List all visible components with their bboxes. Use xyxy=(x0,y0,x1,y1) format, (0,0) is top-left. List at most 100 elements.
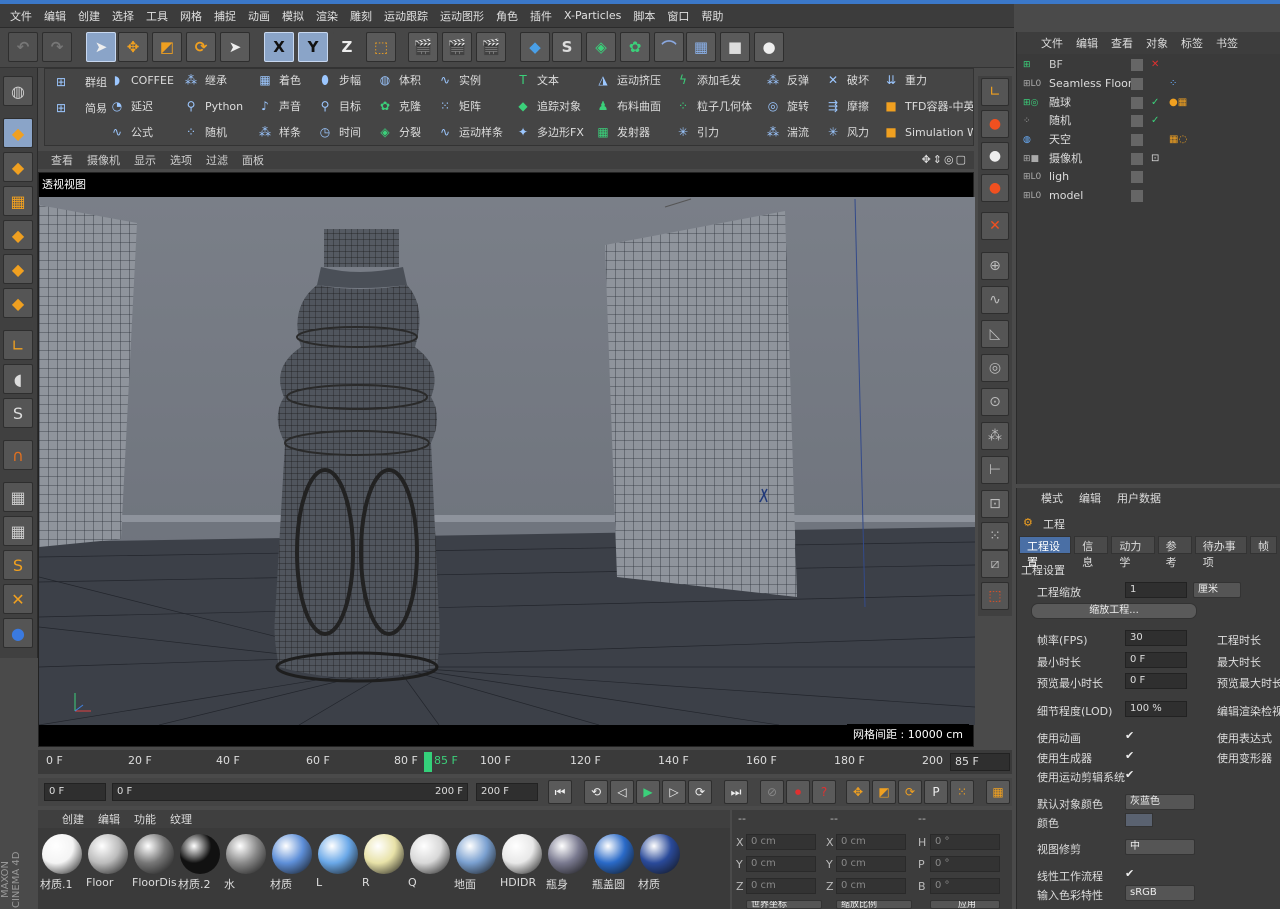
marker-button[interactable]: ● xyxy=(981,174,1009,202)
palette-formula[interactable]: ∿ 公式 xyxy=(109,121,153,143)
material-swatch[interactable]: HDIDR xyxy=(500,832,544,890)
planar-workplane-button[interactable]: ▦ xyxy=(3,516,33,546)
menu-window[interactable]: 窗口 xyxy=(661,8,695,24)
select-tool-button[interactable]: ➤ xyxy=(86,32,116,62)
corner-tool-button[interactable]: ◺ xyxy=(981,320,1009,348)
fps-field[interactable]: 30 xyxy=(1125,630,1187,646)
point-object-button[interactable]: ● xyxy=(981,110,1009,138)
use-animation-checkbox[interactable]: ✔ xyxy=(1125,729,1134,742)
palette-wind[interactable]: ✳ 风力 xyxy=(825,121,869,143)
attr-menu-edit[interactable]: 编辑 xyxy=(1073,490,1111,506)
project-scale-field[interactable]: 1 xyxy=(1125,582,1187,598)
x-axis-button[interactable]: X xyxy=(264,32,294,62)
palette-inheritance[interactable]: ⁂ 继承 xyxy=(183,69,227,91)
tab-todo[interactable]: 待办事项 xyxy=(1194,536,1248,569)
visibility-icon[interactable] xyxy=(1131,78,1143,90)
palette-step[interactable]: ⬮ 步幅 xyxy=(317,69,361,91)
min-time-field[interactable]: 0 F xyxy=(1125,652,1187,668)
palette-cloner[interactable]: ✿ 克隆 xyxy=(377,95,421,117)
frame-tool-button[interactable]: ⬚ xyxy=(981,582,1009,610)
apply-button[interactable]: 应用 xyxy=(930,900,1000,909)
palette-simple[interactable]: ⊞ 简易 xyxy=(53,97,107,119)
xyz-lock-button[interactable]: ⊕ xyxy=(981,252,1009,280)
prev-frame-button[interactable]: ◁ xyxy=(610,780,634,804)
palette-tfd-container[interactable]: ■ TFD容器-中英 xyxy=(883,95,973,117)
palette-target[interactable]: ⚲ 目标 xyxy=(317,95,361,117)
use-generators-checkbox[interactable]: ✔ xyxy=(1125,749,1134,762)
object-menu-tags[interactable]: 标签 xyxy=(1175,35,1210,51)
rotation-p-field[interactable]: 0 ° xyxy=(930,856,1000,872)
next-frame-button[interactable]: ▷ xyxy=(662,780,686,804)
object-row-seamless-floor[interactable]: ⊞L0 Seamless Floor ⁘ xyxy=(1017,75,1280,93)
camera-button[interactable]: ■ xyxy=(720,32,750,62)
record-keys-button[interactable]: ⊘ xyxy=(760,780,784,804)
null-object-button[interactable]: ● xyxy=(981,142,1009,170)
knife-tool-button[interactable]: ⁂ xyxy=(981,422,1009,450)
color-swatch[interactable] xyxy=(1125,813,1153,827)
palette-time[interactable]: ◷ 时间 xyxy=(317,121,361,143)
material-menu-edit[interactable]: 编辑 xyxy=(94,811,130,827)
loop-tool-button[interactable]: ◎ xyxy=(981,354,1009,382)
palette-python[interactable]: ⚲ Python xyxy=(183,95,244,117)
redo-button[interactable]: ↷ xyxy=(42,32,72,62)
metaball-button[interactable]: ● xyxy=(3,618,33,648)
material-swatch[interactable]: 材质.2 xyxy=(178,832,222,891)
default-color-dropdown[interactable]: 灰蓝色 xyxy=(1125,794,1195,810)
scene-render[interactable] xyxy=(39,197,975,725)
next-key-button[interactable]: ⟳ xyxy=(688,780,712,804)
object-row-camera[interactable]: ⊞■ 摄像机 ⊡ xyxy=(1017,150,1280,168)
disabled-icon[interactable]: ✕ xyxy=(1151,56,1159,74)
palette-volume[interactable]: ◍ 体积 xyxy=(377,69,421,91)
rotation-h-field[interactable]: 0 ° xyxy=(930,834,1000,850)
visibility-icon[interactable] xyxy=(1131,153,1143,165)
z-axis-button[interactable]: Z xyxy=(332,32,362,62)
material-menu-create[interactable]: 创建 xyxy=(58,811,94,827)
deformer-button[interactable]: ⌒ xyxy=(654,32,684,62)
menu-x-particles[interactable]: X-Particles xyxy=(558,9,627,22)
menu-edit[interactable]: 编辑 xyxy=(38,8,72,24)
enabled-check-icon[interactable]: ✓ xyxy=(1151,94,1159,112)
palette-simulation-world[interactable]: ■ Simulation Wi xyxy=(883,121,973,143)
menu-mesh[interactable]: 网格 xyxy=(174,8,208,24)
mirror-tool-button[interactable]: ⧄ xyxy=(981,550,1009,578)
palette-turbulence[interactable]: ⁂ 湍流 xyxy=(765,121,809,143)
scale-project-button[interactable]: 缩放工程... xyxy=(1031,603,1197,619)
prev-key-button[interactable]: ⟲ xyxy=(584,780,608,804)
menu-simulate[interactable]: 模拟 xyxy=(276,8,310,24)
render-settings-button[interactable]: 🎬 xyxy=(476,32,506,62)
tweak-mode-button[interactable]: ◖ xyxy=(3,364,33,394)
object-menu-bookmarks[interactable]: 书签 xyxy=(1210,35,1245,51)
material-swatch[interactable]: FloorDis xyxy=(132,832,177,890)
palette-friction[interactable]: ⇶ 摩擦 xyxy=(825,95,869,117)
palette-cloth-surface[interactable]: ♟ 布料曲面 xyxy=(595,95,661,117)
key-position-button[interactable]: ✥ xyxy=(846,780,870,804)
enabled-check-icon[interactable]: ✓ xyxy=(1151,112,1159,130)
recent-tool-button[interactable]: ➤ xyxy=(220,32,250,62)
menu-render[interactable]: 渲染 xyxy=(310,8,344,24)
perspective-viewport[interactable]: 透视视图 网格间距: 10000 cm xyxy=(38,172,975,747)
key-rotation-button[interactable]: ⟳ xyxy=(898,780,922,804)
play-button[interactable]: ▶ xyxy=(636,780,660,804)
render-picture-viewer-button[interactable]: 🎬 xyxy=(442,32,472,62)
object-menu-edit[interactable]: 编辑 xyxy=(1070,35,1105,51)
palette-coffee[interactable]: ◗ COFFEE xyxy=(109,69,174,91)
playhead[interactable] xyxy=(424,752,432,772)
menu-snap[interactable]: 捕捉 xyxy=(208,8,242,24)
lod-field[interactable]: 100 % xyxy=(1125,701,1187,717)
palette-random[interactable]: ⁘ 随机 xyxy=(183,121,227,143)
material-swatch[interactable]: R xyxy=(362,832,406,890)
position-y-field[interactable]: 0 cm xyxy=(746,856,816,872)
undo-button[interactable]: ↶ xyxy=(8,32,38,62)
object-row-metaball[interactable]: ⊞◎ 融球 ✓ ●▦ xyxy=(1017,94,1280,112)
palette-motion-spline[interactable]: ∿ 运动样条 xyxy=(437,121,503,143)
viewport-nav-icons[interactable]: ✥⇕◎▢ xyxy=(922,151,968,169)
palette-add-hair[interactable]: ϟ 添加毛发 xyxy=(675,69,741,91)
viewport-menu-filter[interactable]: 过滤 xyxy=(199,152,235,168)
position-x-field[interactable]: 0 cm xyxy=(746,834,816,850)
attr-menu-user-data[interactable]: 用户数据 xyxy=(1111,490,1171,506)
light-button[interactable]: ● xyxy=(754,32,784,62)
key-scale-button[interactable]: ◩ xyxy=(872,780,896,804)
material-swatch[interactable]: 材质 xyxy=(638,832,682,891)
material-swatch[interactable]: L xyxy=(316,832,360,890)
visibility-icon[interactable] xyxy=(1131,134,1143,146)
